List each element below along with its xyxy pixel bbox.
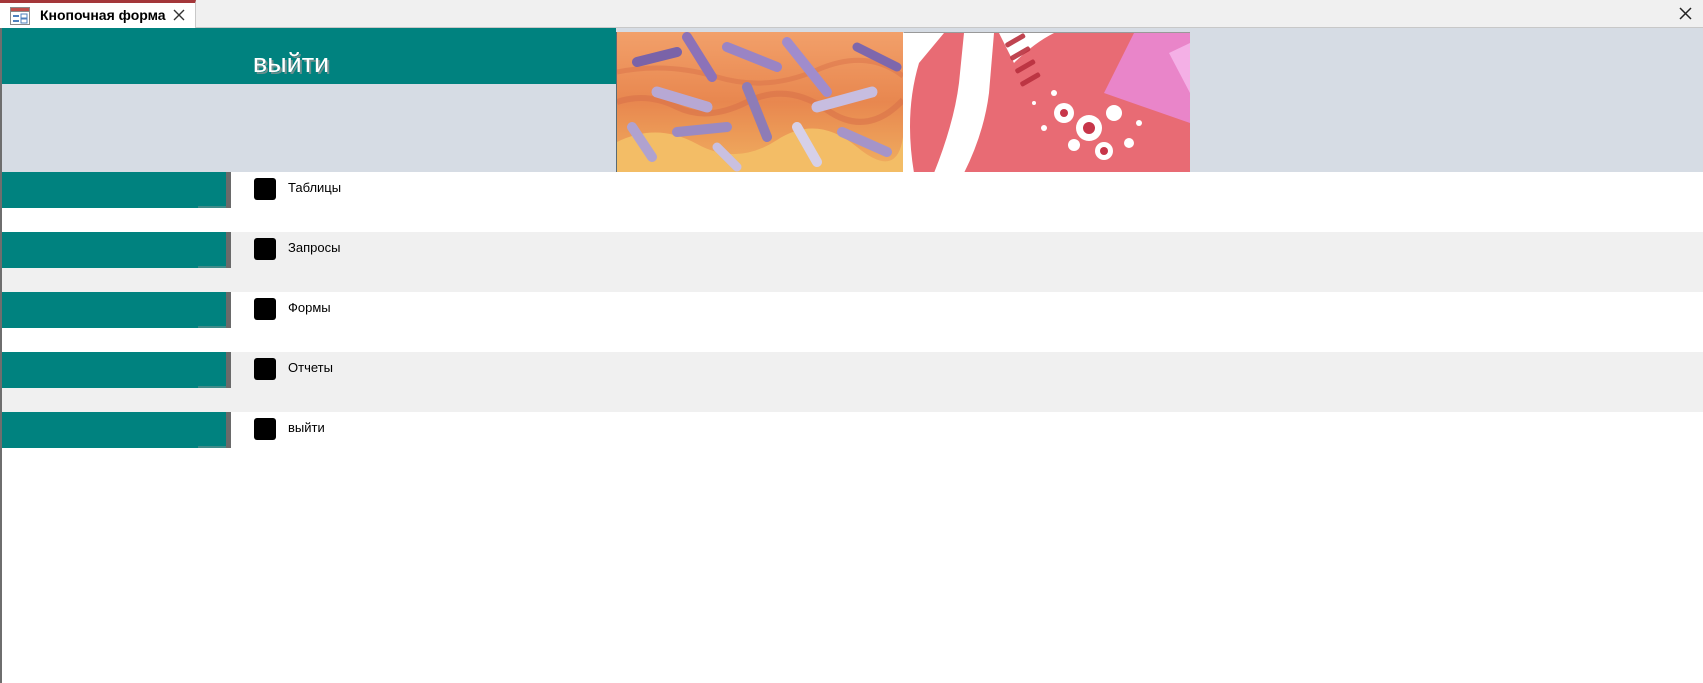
menu-button-reports[interactable] xyxy=(254,358,276,380)
form-icon xyxy=(10,7,30,30)
menu-item-queries: Запросы xyxy=(2,232,1703,292)
form-header: выйти xyxy=(2,28,1703,173)
menu-button-exit[interactable] xyxy=(254,418,276,440)
menu-label-reports[interactable]: Отчеты xyxy=(288,360,333,375)
bacteria-image xyxy=(616,32,903,172)
row-accent-bar xyxy=(2,352,226,388)
row-accent-edge xyxy=(226,292,231,328)
menu-button-tables[interactable] xyxy=(254,178,276,200)
row-accent-bar xyxy=(2,292,226,328)
row-accent-notch xyxy=(198,446,226,448)
menu-item-exit: выйти xyxy=(2,412,1703,472)
row-accent-notch xyxy=(198,206,226,208)
row-accent-edge xyxy=(226,172,231,208)
switchboard-form: выйти Таблицы Запросы Формы Отчеты выйти xyxy=(0,28,1703,683)
menu-item-forms: Формы xyxy=(2,292,1703,352)
row-accent-bar xyxy=(2,412,226,448)
lung-image xyxy=(903,32,1190,173)
row-accent-notch xyxy=(198,326,226,328)
menu-label-exit[interactable]: выйти xyxy=(288,420,325,435)
menu-label-queries[interactable]: Запросы xyxy=(288,240,340,255)
row-accent-bar xyxy=(2,172,226,208)
tab-close-icon[interactable] xyxy=(172,8,186,22)
header-title: выйти xyxy=(252,48,330,78)
row-accent-edge xyxy=(226,232,231,268)
menu-item-tables: Таблицы xyxy=(2,172,1703,232)
header-band: выйти xyxy=(2,28,616,84)
form-tab[interactable]: Кнопочная форма xyxy=(0,0,196,28)
menu-button-forms[interactable] xyxy=(254,298,276,320)
menu-label-forms[interactable]: Формы xyxy=(288,300,331,315)
row-accent-edge xyxy=(226,412,231,448)
close-window-icon[interactable] xyxy=(1678,6,1693,21)
menu-button-queries[interactable] xyxy=(254,238,276,260)
menu-item-reports: Отчеты xyxy=(2,352,1703,412)
document-tab-bar: Кнопочная форма xyxy=(0,0,1703,28)
menu-label-tables[interactable]: Таблицы xyxy=(288,180,341,195)
row-accent-bar xyxy=(2,232,226,268)
row-accent-edge xyxy=(226,352,231,388)
row-accent-notch xyxy=(198,266,226,268)
tab-title: Кнопочная форма xyxy=(40,7,166,23)
row-accent-notch xyxy=(198,386,226,388)
